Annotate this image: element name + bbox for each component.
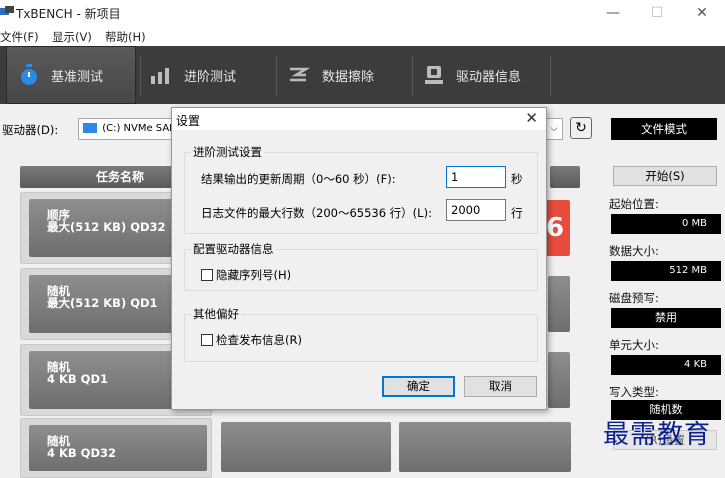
hide-serial-checkbox[interactable]: 隐藏序列号(H) <box>201 267 291 283</box>
other-preferences-group: 其他偏好 检查发布信息(R) <box>184 306 538 362</box>
tab-divider <box>140 56 141 96</box>
update-period-input[interactable] <box>446 166 506 188</box>
unit-size-label: 单元大小: <box>609 338 659 352</box>
watermark: 最需教育 <box>603 420 712 450</box>
group-label: 配置驱动器信息 <box>191 241 276 257</box>
seconds-unit: 秒 <box>511 172 523 186</box>
tab-drive-info[interactable]: 驱动器信息 <box>424 46 550 104</box>
task-row[interactable]: 随机 4 KB QD32 <box>20 418 212 478</box>
advanced-settings-group: 进阶测试设置 结果输出的更新周期（0～60 秒）(F): 秒 日志文件的最大行数… <box>184 144 538 234</box>
result-cell <box>221 422 391 472</box>
tab-advanced[interactable]: 进阶测试 <box>150 46 275 104</box>
result-cell <box>399 422 571 472</box>
checkbox-box <box>201 334 213 346</box>
drive-label: 驱动器(D): <box>2 123 59 137</box>
prewrite-value[interactable]: 禁用 <box>611 308 721 328</box>
drive-icon <box>83 123 97 133</box>
tab-label: 数据擦除 <box>322 69 375 85</box>
data-size-label: 数据大小: <box>609 244 659 258</box>
eraser-icon <box>290 67 310 82</box>
group-label: 进阶测试设置 <box>191 144 264 160</box>
tab-benchmark[interactable]: 基准测试 <box>6 46 136 104</box>
tab-label: 进阶测试 <box>184 69 237 85</box>
refresh-icon[interactable]: ↻ <box>570 117 592 139</box>
tab-divider <box>276 56 277 96</box>
title-bar: TxBENCH - 新项目 — ☐ ✕ <box>0 0 725 26</box>
bar-chart-icon <box>151 68 169 84</box>
minimize-button[interactable]: — <box>593 2 633 24</box>
result-cell <box>548 352 570 408</box>
max-lines-label: 日志文件的最大行数（200～65536 行）(L): <box>201 206 432 220</box>
dialog-close-icon[interactable]: ✕ <box>525 109 538 127</box>
app-icon <box>0 6 14 15</box>
stopwatch-icon <box>21 64 37 85</box>
window-title: TxBENCH - 新项目 <box>16 7 121 21</box>
write-type-label: 写入类型: <box>609 385 659 399</box>
drive-select[interactable]: (C:) NVMe SAN <box>78 118 178 140</box>
checkbox-label: 检查发布信息(R) <box>216 333 302 347</box>
tab-divider <box>412 56 413 96</box>
chevron-down-icon[interactable]: ⌵ <box>545 118 563 140</box>
check-release-checkbox[interactable]: 检查发布信息(R) <box>201 332 302 348</box>
column-header <box>550 166 580 188</box>
checkbox-label: 隐藏序列号(H) <box>216 268 292 282</box>
drive-info-group: 配置驱动器信息 隐藏序列号(H) <box>184 241 538 291</box>
start-button[interactable]: 开始(S) <box>613 166 717 186</box>
lines-unit: 行 <box>511 206 523 220</box>
start-position-value[interactable]: 0 MB <box>611 214 721 234</box>
tab-divider <box>550 56 551 96</box>
task-line2: 4 KB QD32 <box>47 446 117 460</box>
ok-button[interactable]: 确定 <box>382 376 455 397</box>
settings-panel: 开始(S) 起始位置: 0 MB 数据大小: 512 MB 磁盘预写: 禁用 单… <box>605 104 725 461</box>
prewrite-label: 磁盘预写: <box>609 291 659 305</box>
menu-view[interactable]: 显示(V) <box>52 29 92 45</box>
result-cell <box>548 276 570 332</box>
menu-help[interactable]: 帮助(H) <box>105 29 146 45</box>
tab-label: 驱动器信息 <box>456 69 522 85</box>
main-toolbar: 基准测试 进阶测试 数据擦除 驱动器信息 <box>0 46 725 104</box>
menu-file[interactable]: 文件(F) <box>0 29 39 45</box>
close-button[interactable]: ✕ <box>682 2 722 24</box>
group-label: 其他偏好 <box>191 306 241 322</box>
settings-dialog: 设置 ✕ 进阶测试设置 结果输出的更新周期（0～60 秒）(F): 秒 日志文件… <box>171 107 547 410</box>
checkbox-box <box>201 269 213 281</box>
update-period-label: 结果输出的更新周期（0～60 秒）(F): <box>201 172 396 186</box>
drive-info-icon <box>425 66 443 84</box>
dialog-title: 设置 <box>176 114 201 128</box>
drive-select-value: (C:) NVMe SAN <box>102 123 177 134</box>
max-lines-input[interactable] <box>446 199 506 221</box>
cancel-button[interactable]: 取消 <box>464 376 537 397</box>
unit-size-value[interactable]: 4 KB <box>611 355 721 375</box>
tab-label: 基准测试 <box>51 69 104 85</box>
start-position-label: 起始位置: <box>609 197 659 211</box>
data-size-value[interactable]: 512 MB <box>611 261 721 281</box>
tab-erase[interactable]: 数据擦除 <box>288 46 412 104</box>
maximize-button[interactable]: ☐ <box>637 2 677 24</box>
dialog-title-bar: 设置 ✕ <box>172 108 546 130</box>
menu-bar: 文件(F) 显示(V) 帮助(H) <box>0 26 725 46</box>
